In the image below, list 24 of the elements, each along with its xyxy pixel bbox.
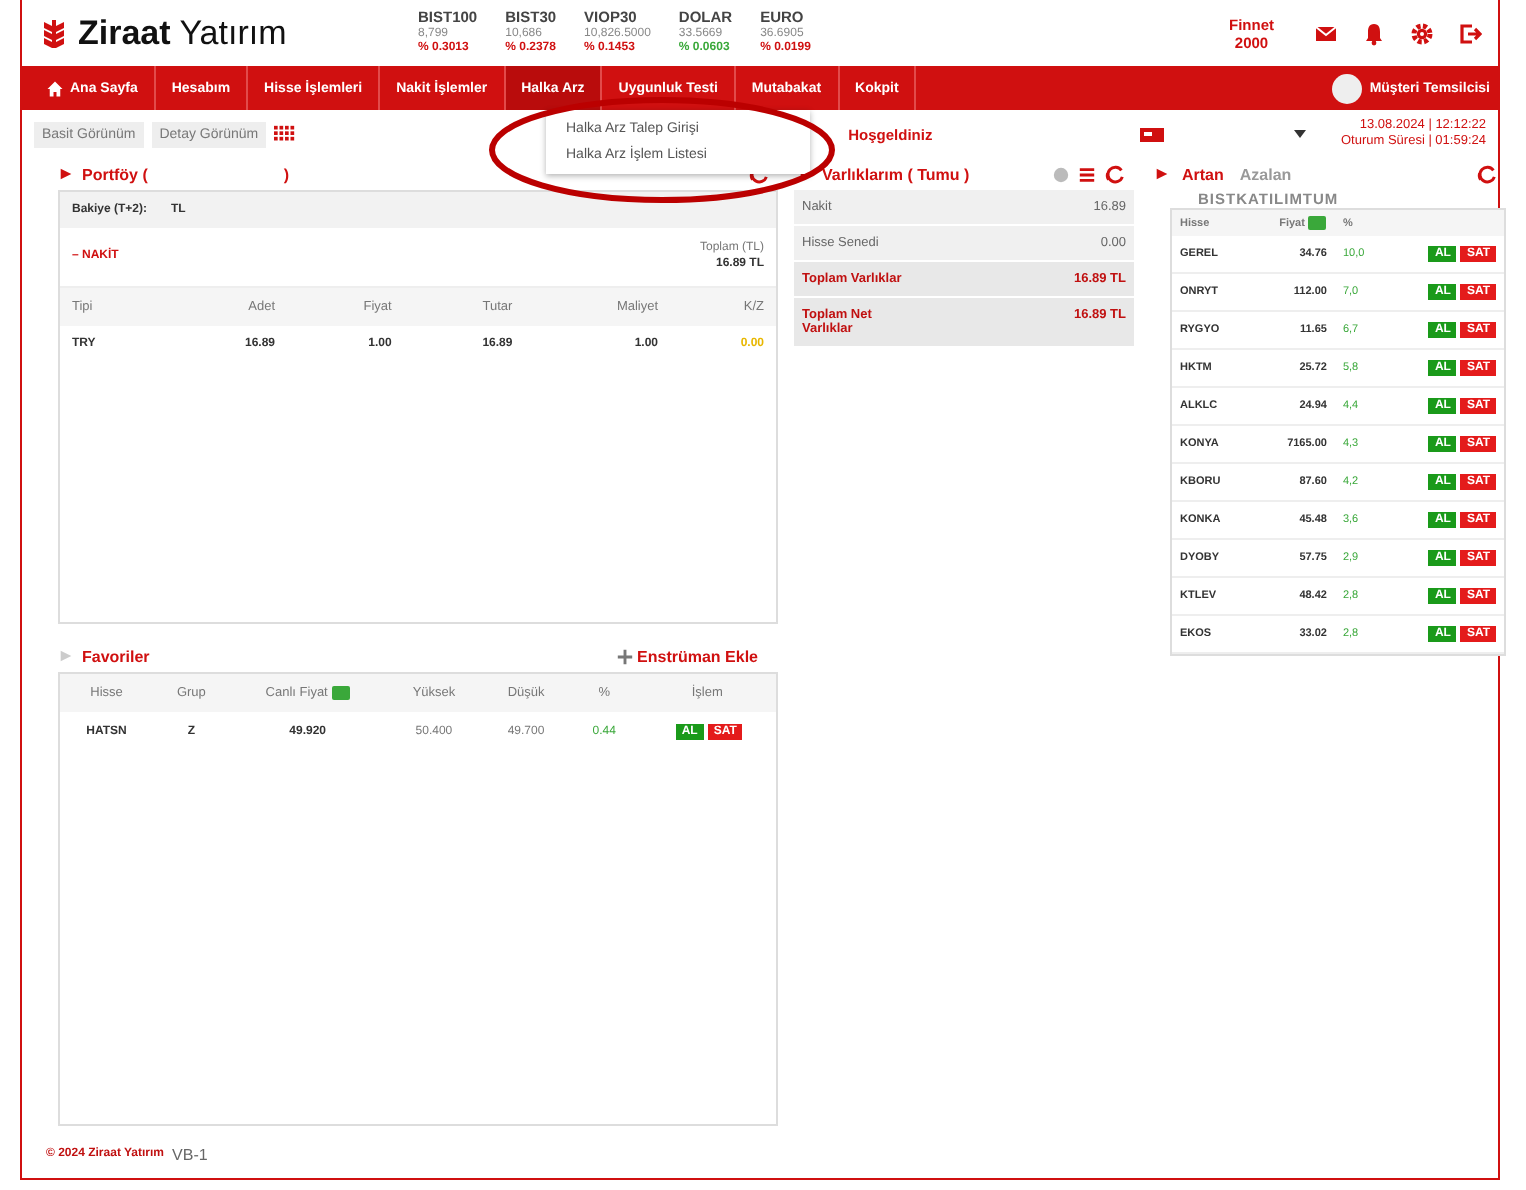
portfolio-title: Portföy (: [82, 165, 148, 183]
wheat-logo-icon: [38, 15, 70, 51]
avatar-icon: [1331, 73, 1362, 103]
favorites-title: Favoriler: [82, 647, 150, 665]
movers-tab[interactable]: Artan: [1178, 165, 1228, 183]
version-text: VB-1: [172, 1145, 208, 1163]
list-icon: [1078, 165, 1096, 183]
live-icon: [1308, 216, 1327, 230]
circle-icon: [1052, 165, 1070, 183]
grid-icon: [274, 123, 297, 145]
home-icon: [46, 79, 64, 97]
mail-icon: [1314, 21, 1338, 45]
brand-name: Ziraat Yatırım: [78, 13, 287, 53]
live-icon: [331, 686, 350, 700]
plus-icon: [615, 647, 634, 665]
title-paren: ): [283, 165, 290, 183]
add-instrument-button[interactable]: Enstrüman Ekle: [603, 645, 770, 667]
settings-icon: [1410, 21, 1434, 45]
card-icon: [1140, 125, 1165, 143]
bell-icon: [1362, 21, 1386, 45]
movers-tab[interactable]: Azalan: [1235, 165, 1296, 183]
caret-icon: [1292, 126, 1309, 142]
assets-title: Varlıklarım ( Tumu ): [822, 165, 970, 183]
logout-icon: [1458, 21, 1482, 45]
